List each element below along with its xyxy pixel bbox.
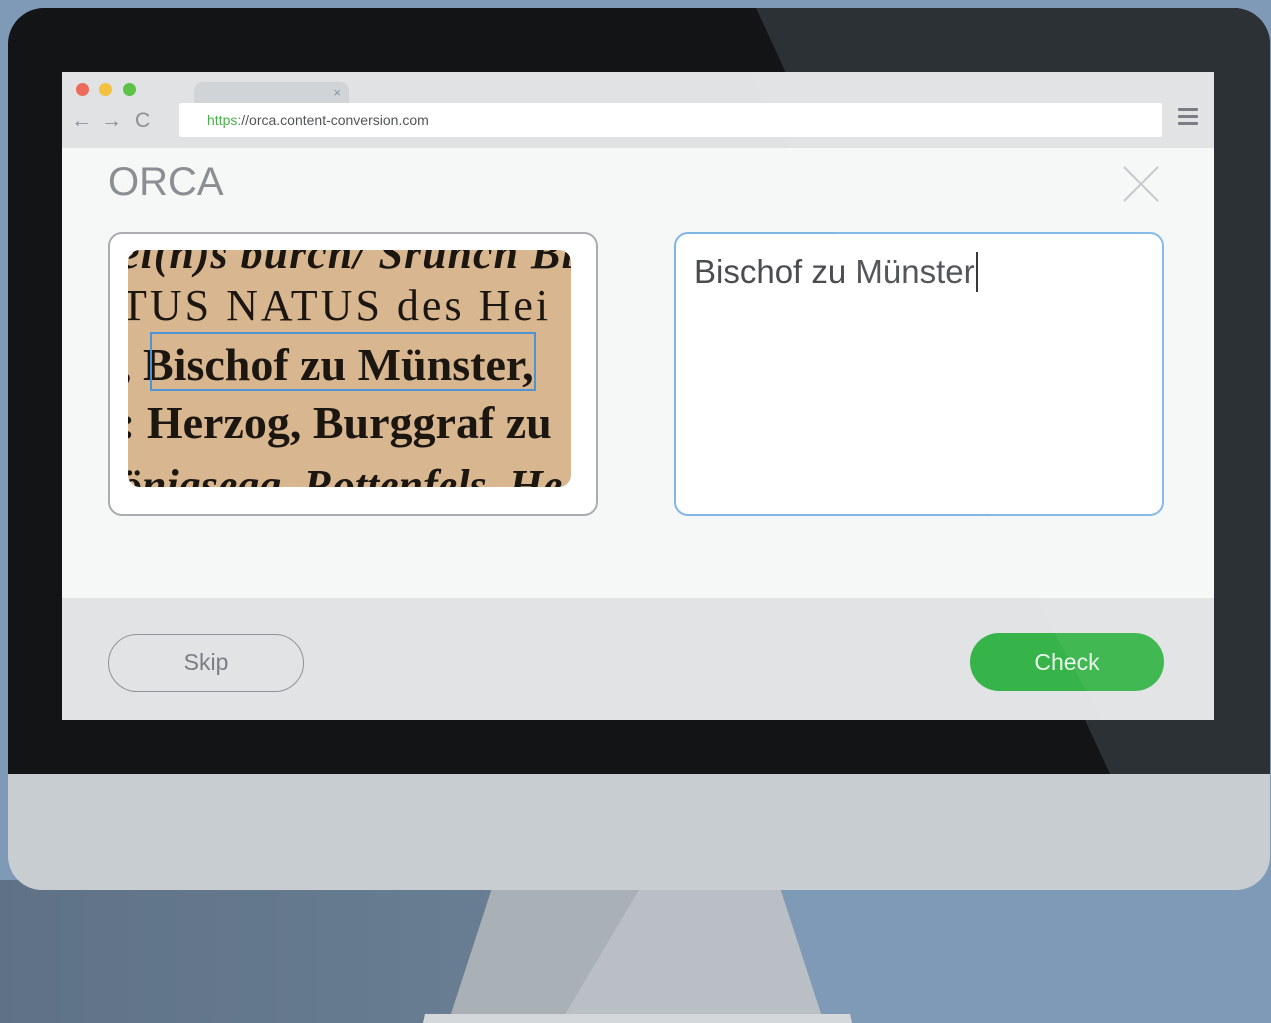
check-button[interactable]: Check xyxy=(970,633,1164,691)
window-maximize-dot[interactable] xyxy=(123,83,136,96)
transcription-value: Bischof zu Münster xyxy=(694,253,975,290)
window-close-dot[interactable] xyxy=(76,83,89,96)
scan-image: ei(h)s burch/ Sruncn Bis TUS NATUS des H… xyxy=(128,250,571,487)
transcription-input[interactable]: Bischof zu Münster xyxy=(674,232,1164,516)
scan-line: : Herzog, Burggraf zu xyxy=(128,397,552,448)
tab-close-icon[interactable]: × xyxy=(333,85,341,101)
url-scheme: https: xyxy=(207,112,242,128)
close-icon[interactable] xyxy=(1121,164,1161,204)
scan-frame: ei(h)s burch/ Sruncn Bis TUS NATUS des H… xyxy=(108,232,598,516)
backdrop-shade xyxy=(0,880,640,1023)
app-title: ORCA xyxy=(108,160,224,204)
reload-icon[interactable]: C xyxy=(135,109,150,133)
scan-line: TUS NATUS des Hei xyxy=(128,281,552,330)
forward-arrow-icon[interactable]: → xyxy=(101,109,122,133)
hamburger-menu-icon[interactable] xyxy=(1178,108,1198,130)
browser-tab[interactable]: × xyxy=(194,82,349,104)
word-highlight-box xyxy=(150,332,536,391)
footer-bar: Skip Check xyxy=(62,598,1214,720)
monitor-chin xyxy=(8,774,1270,890)
address-bar[interactable]: https://orca.content-conversion.com xyxy=(179,103,1162,137)
url-path: //orca.content-conversion.com xyxy=(241,112,429,128)
text-cursor xyxy=(976,252,978,292)
browser-chrome: × ← → C https://orca.content-conversion.… xyxy=(62,72,1214,148)
skip-button[interactable]: Skip xyxy=(108,634,304,692)
scan-line: önigsegg, Rottenfels. He xyxy=(128,461,563,487)
back-arrow-icon[interactable]: ← xyxy=(71,109,92,133)
scan-line: ei(h)s burch/ Sruncn Bis xyxy=(128,250,571,278)
window-minimize-dot[interactable] xyxy=(99,83,112,96)
screen: × ← → C https://orca.content-conversion.… xyxy=(62,72,1214,720)
